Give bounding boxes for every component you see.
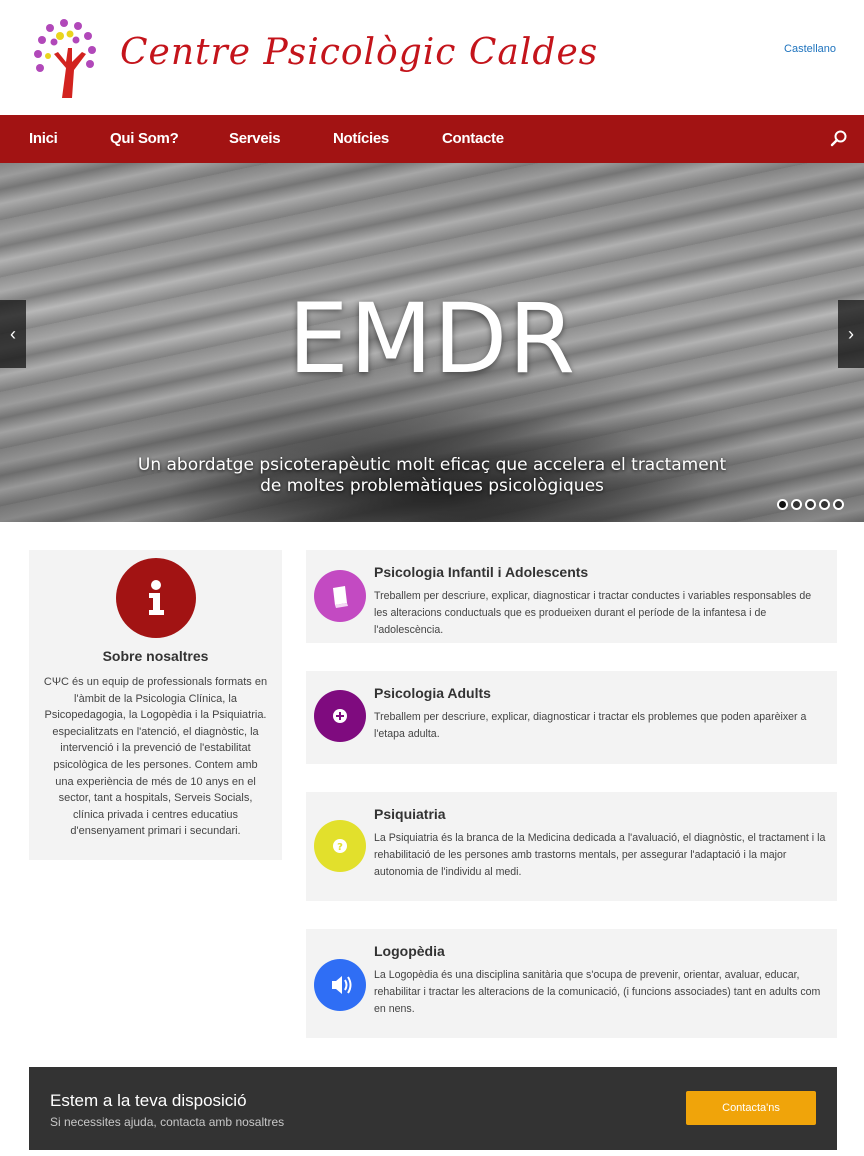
- site-header: Centre Psicològic Caldes Castellano: [0, 0, 864, 115]
- service-text: Treballem per descriure, explicar, diagn…: [374, 590, 812, 636]
- slider-prev-button[interactable]: ‹: [0, 300, 26, 368]
- plus-circle-icon: [314, 690, 366, 742]
- service-title[interactable]: Psicologia Infantil i Adolescents: [374, 564, 588, 580]
- nav-item-qui-som[interactable]: Qui Som?: [110, 130, 179, 147]
- slider-dot[interactable]: [833, 499, 844, 510]
- service-text: Treballem per descriure, explicar, diagn…: [374, 711, 807, 740]
- svg-text:?: ?: [337, 842, 343, 853]
- search-icon[interactable]: [830, 129, 848, 147]
- about-title: Sobre nosaltres: [102, 648, 209, 664]
- book-icon: [314, 570, 366, 622]
- hero-slider: EMDR Un abordatge psicoterapèutic molt e…: [0, 163, 864, 522]
- hero-subtitle: Un abordatge psicoterapèutic molt eficaç…: [137, 455, 727, 496]
- nav-item-contacte[interactable]: Contacte: [442, 130, 504, 147]
- nav-item-serveis[interactable]: Serveis: [229, 130, 281, 147]
- nav-item-noticies[interactable]: Notícies: [333, 130, 389, 147]
- service-title[interactable]: Psicologia Adults: [374, 685, 491, 701]
- service-title[interactable]: Logopèdia: [374, 943, 445, 959]
- main-nav: Inici Qui Som? Serveis Notícies Contacte: [0, 115, 864, 163]
- chevron-left-icon: ‹: [10, 324, 16, 344]
- about-box: Sobre nosaltres CΨC és un equip de profe…: [29, 550, 282, 860]
- service-text: La Logopèdia és una disciplina sanitària…: [374, 969, 821, 1015]
- cta-title: Estem a la teva disposició: [50, 1091, 247, 1110]
- speaker-icon: [314, 959, 366, 1011]
- service-title[interactable]: Psiquiatria: [374, 806, 446, 822]
- about-text: CΨC és un equip de professionals formats…: [43, 676, 268, 838]
- language-link[interactable]: Castellano: [784, 43, 836, 55]
- contact-cta: Estem a la teva disposició Si necessites…: [29, 1067, 837, 1150]
- slider-dot[interactable]: [777, 499, 788, 510]
- service-text: La Psiquiatria és la branca de la Medici…: [374, 832, 826, 878]
- question-circle-icon: ?: [314, 820, 366, 872]
- slider-next-button[interactable]: ›: [838, 300, 864, 368]
- service-card-psiquiatria[interactable]: ? Psiquiatria La Psiquiatria és la branc…: [306, 792, 837, 901]
- slider-dot[interactable]: [805, 499, 816, 510]
- info-icon: [116, 558, 196, 638]
- slider-dots: [777, 499, 844, 510]
- hero-title: EMDR: [287, 283, 577, 395]
- site-title[interactable]: Centre Psicològic Caldes: [120, 32, 598, 73]
- slider-dot[interactable]: [819, 499, 830, 510]
- service-card-adults[interactable]: Psicologia Adults Treballem per descriur…: [306, 671, 837, 764]
- service-card-logopedia[interactable]: Logopèdia La Logopèdia és una disciplina…: [306, 929, 837, 1038]
- service-card-infantil[interactable]: Psicologia Infantil i Adolescents Trebal…: [306, 550, 837, 643]
- contact-button[interactable]: Contacta'ns: [686, 1091, 816, 1125]
- logo-tree-icon[interactable]: [32, 18, 98, 100]
- nav-item-inici[interactable]: Inici: [29, 130, 58, 147]
- slider-dot[interactable]: [791, 499, 802, 510]
- cta-subtitle: Si necessites ajuda, contacta amb nosalt…: [50, 1115, 285, 1129]
- chevron-right-icon: ›: [848, 324, 854, 344]
